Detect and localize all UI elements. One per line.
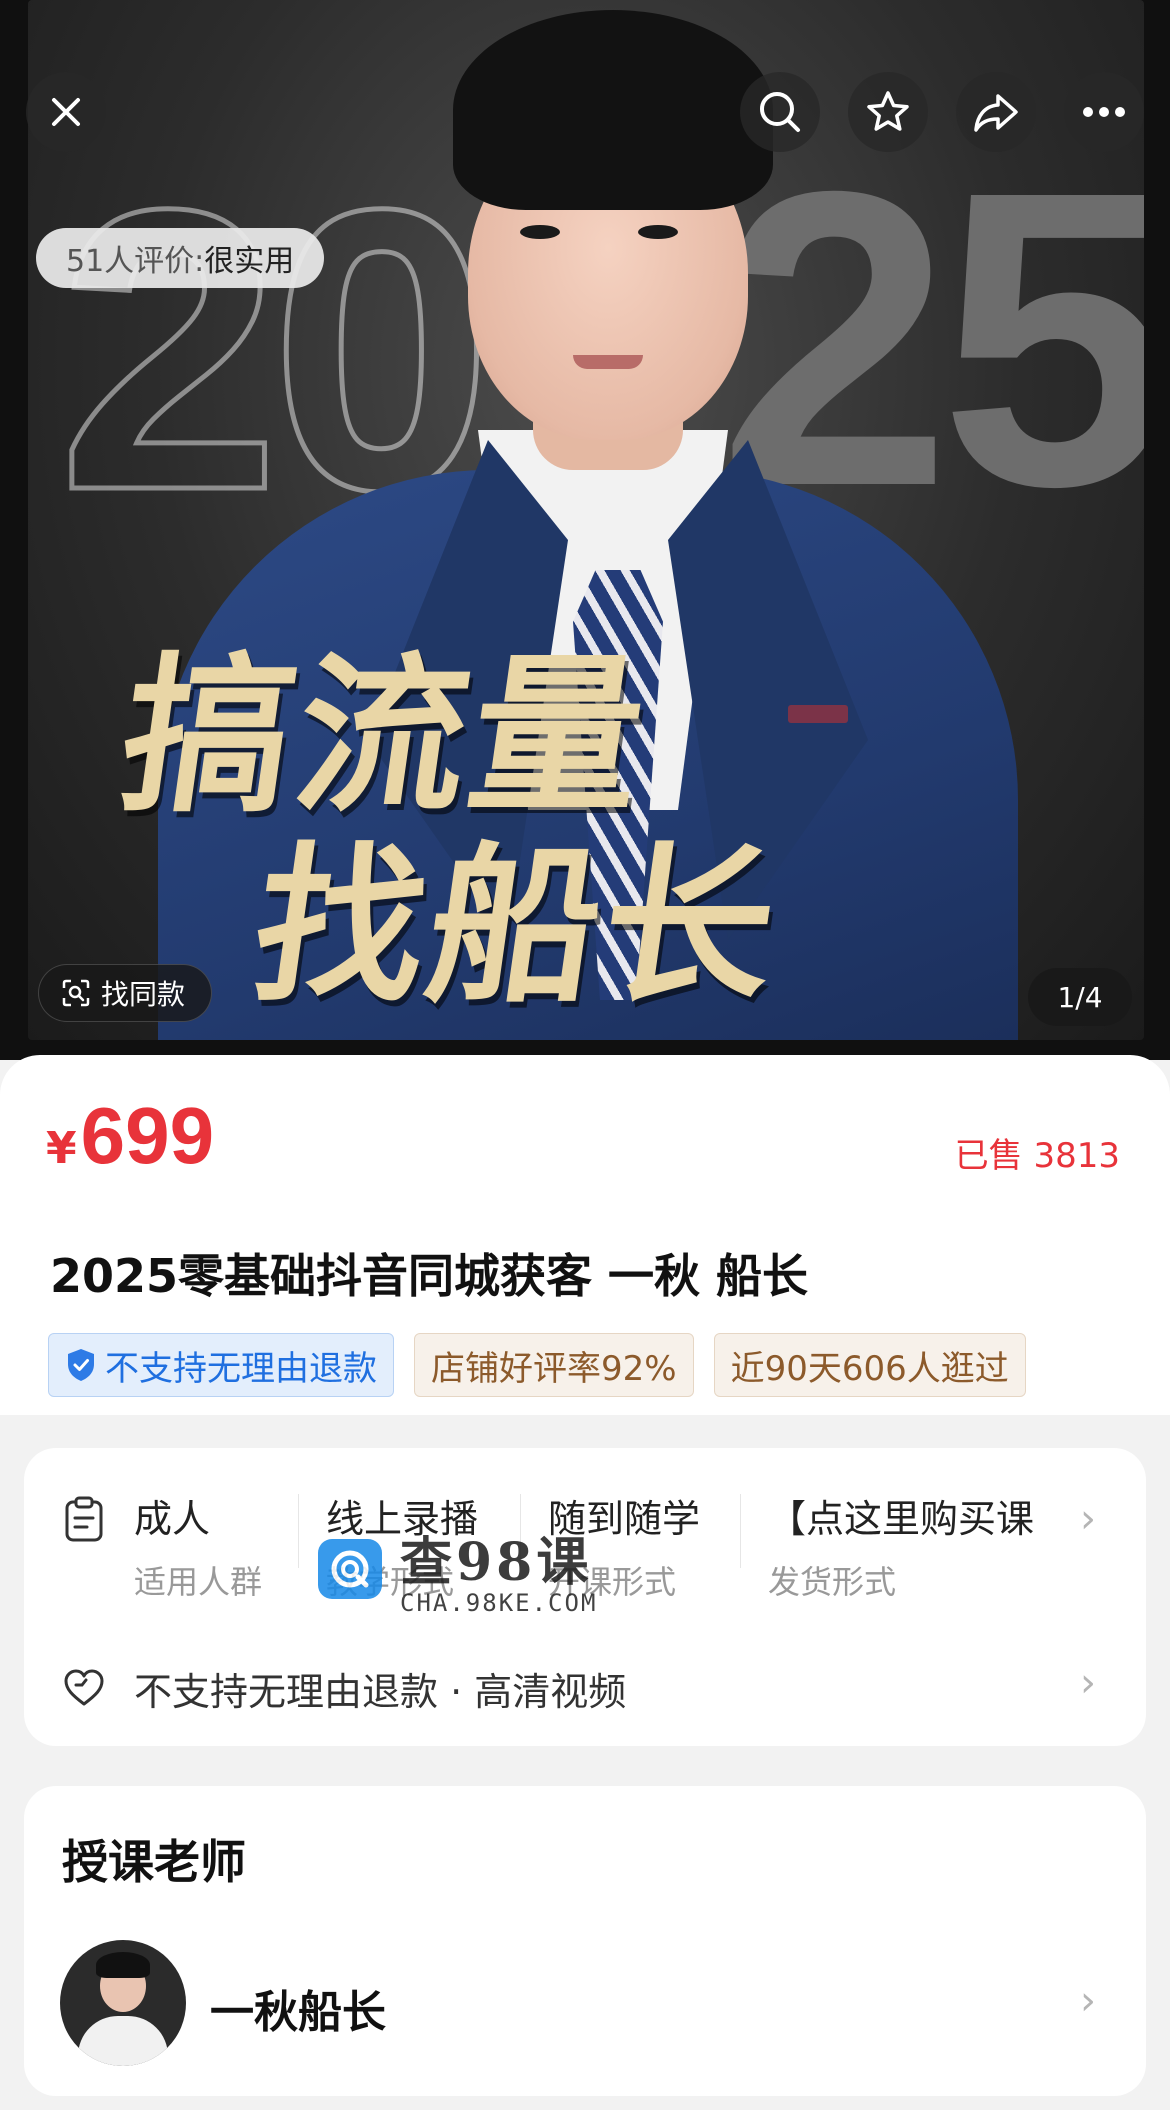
search-icon (760, 92, 800, 132)
heart-shield-icon (64, 1669, 104, 1706)
watermark: 查98课 CHA.98KE.COM (318, 1520, 597, 1617)
attr-value: 【点这里购买课 (768, 1497, 1035, 1541)
chevron-right-icon: › (1080, 1496, 1096, 1542)
teacher-name[interactable]: 一秋船长 (210, 1976, 386, 2040)
price-value: 699 (80, 1091, 215, 1180)
product-title: 2025零基础抖音同城获客 一秋 船长 (50, 1249, 809, 1303)
attr-key: 适用人群 (134, 1563, 263, 1601)
scan-icon (62, 979, 90, 1007)
service-policy-row[interactable]: 不支持无理由退款 · 高清视频 › (24, 1648, 1146, 1728)
teacher-section-title: 授课老师 (62, 1835, 246, 1889)
reviews-summary: 很实用 (204, 244, 295, 279)
clipboard-icon (65, 1496, 103, 1542)
price: ¥ 699 (46, 1090, 214, 1182)
more-button[interactable] (1064, 72, 1144, 152)
watermark-en: CHA.98KE.COM (400, 1589, 598, 1617)
attr-delivery-format: 【点这里购买课 发货形式 (768, 1488, 1068, 1603)
close-icon (52, 98, 80, 126)
service-policy-text: 不支持无理由退款 · 高清视频 (134, 1669, 627, 1714)
teacher-card: 授课老师 一秋船长 › (24, 1786, 1146, 2096)
product-poster: 20 25 搞流量 找船长 (28, 0, 1144, 1040)
product-tags: 不支持无理由退款 店铺好评率92% 近90天606人逛过 (48, 1333, 1120, 1397)
share-button[interactable] (956, 72, 1036, 152)
favorite-button[interactable] (848, 72, 928, 152)
share-icon (974, 94, 1018, 132)
search-button[interactable] (740, 72, 820, 152)
reviews-pill[interactable]: 51人评价: 很实用 (36, 228, 325, 288)
tag-label: 店铺好评率92% (431, 1348, 677, 1389)
tag-no-refund[interactable]: 不支持无理由退款 (48, 1333, 394, 1397)
shield-check-icon (68, 1349, 94, 1381)
product-image-carousel[interactable]: 20 25 搞流量 找船长 51人评价: 很实用 找同款 1/4 (0, 0, 1170, 1060)
attr-audience: 成人 适用人群 (134, 1488, 262, 1603)
chevron-right-icon[interactable]: › (1080, 1978, 1096, 2024)
tag-store-rating[interactable]: 店铺好评率92% (414, 1333, 694, 1397)
tag-label: 近90天606人逛过 (730, 1348, 1009, 1389)
currency-symbol: ¥ (46, 1123, 77, 1174)
watermark-cn: 查98课 (400, 1532, 593, 1593)
reviews-count: 51人评价: (66, 244, 205, 279)
poster-slogan-line2: 找船长 (241, 828, 792, 1026)
find-similar-button[interactable]: 找同款 (38, 964, 213, 1022)
close-button[interactable] (26, 72, 106, 152)
tag-label: 不支持无理由退款 (105, 1348, 377, 1389)
image-page-indicator: 1/4 (1028, 968, 1132, 1026)
attr-value: 成人 (134, 1497, 211, 1541)
chevron-right-icon: › (1080, 1660, 1096, 1706)
sold-count: 已售 3813 (954, 1136, 1120, 1176)
teacher-avatar[interactable] (60, 1940, 186, 2066)
find-similar-label: 找同款 (101, 978, 186, 1011)
attr-key: 发货形式 (768, 1563, 897, 1601)
watermark-logo-icon (318, 1538, 382, 1599)
star-icon (867, 91, 909, 131)
tag-visitors[interactable]: 近90天606人逛过 (713, 1333, 1026, 1397)
more-icon (1083, 107, 1125, 117)
